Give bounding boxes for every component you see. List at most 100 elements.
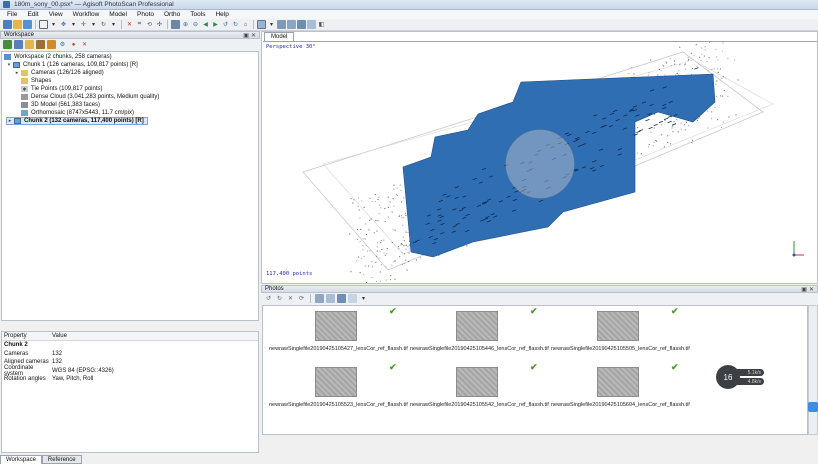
tree-item-orthomosaic[interactable]: Orthomosaic (8747x5443, 11.7 cm/pix) [21, 109, 134, 117]
view-details-icon[interactable] [348, 294, 357, 303]
stop-icon[interactable]: ● [69, 40, 78, 49]
pan-icon[interactable]: ✣ [155, 20, 164, 29]
float-icon[interactable]: ▣ [243, 32, 249, 39]
property-column-header[interactable]: Property [2, 333, 52, 339]
zoom-out-icon[interactable]: ⊖ [191, 20, 200, 29]
photo-item[interactable]: ✔ newrawSinglefile20190425105542_lensCor… [404, 362, 549, 417]
photos-scrollbar[interactable] [808, 305, 818, 435]
photo-item[interactable]: ✔ newrawSinglefile20190425105523_lensCor… [263, 362, 408, 417]
menu-workflow[interactable]: Workflow [68, 11, 105, 18]
value-column-header[interactable]: Value [52, 333, 67, 339]
dropdown-arrow-icon[interactable]: ▾ [109, 20, 118, 29]
network-speed-widget[interactable]: 5.1k/s 4.8k/s 16 [716, 365, 766, 389]
reset-icon[interactable]: ⟳ [297, 294, 306, 303]
photo-thumbnail[interactable] [315, 311, 357, 341]
rotate-left-icon[interactable]: ↺ [221, 20, 230, 29]
photo-item[interactable]: ✔ newrawSinglefile20190425105427_lensCor… [263, 306, 408, 361]
float-icon[interactable]: ▣ [801, 286, 807, 293]
add-folder-icon[interactable] [25, 40, 34, 49]
remove-icon[interactable]: ✕ [80, 40, 89, 49]
dropdown-arrow-icon[interactable]: ▾ [267, 20, 276, 29]
photo-thumbnail[interactable] [597, 367, 639, 397]
model-viewport[interactable]: Perspective 30° 117,400 points [263, 41, 817, 283]
expand-arrow-icon[interactable]: ▸ [14, 70, 20, 76]
point-cloud-view-icon[interactable] [257, 20, 266, 29]
workspace-panel-title: Workspace [4, 32, 34, 38]
dropdown-arrow-icon[interactable]: ▾ [359, 294, 368, 303]
menu-file[interactable]: File [2, 11, 22, 18]
save-icon[interactable] [23, 20, 32, 29]
dropdown-arrow-icon[interactable]: ▾ [89, 20, 98, 29]
photo-thumbnail[interactable] [456, 311, 498, 341]
settings-icon[interactable]: ⚙ [58, 40, 67, 49]
photo-item[interactable]: ✔ newrawSinglefile20190425105446_lensCor… [404, 306, 549, 361]
menu-photo[interactable]: Photo [132, 11, 159, 18]
remove-icon[interactable]: ✕ [286, 294, 295, 303]
arrow-right-icon[interactable]: ▶ [211, 20, 220, 29]
close-icon[interactable]: ✕ [251, 32, 256, 39]
property-row[interactable]: Rotation angles Yaw, Pitch, Roll [2, 375, 258, 384]
new-icon[interactable] [3, 20, 12, 29]
view-large-icon[interactable] [315, 294, 324, 303]
tree-item-cameras[interactable]: ▸ Cameras (126/126 aligned) [14, 69, 104, 77]
property-row[interactable]: Coordinate system WGS 84 (EPSG::4326) [2, 365, 258, 377]
tab-model[interactable]: Model [264, 32, 295, 41]
textured-view-icon[interactable] [297, 20, 306, 29]
rotate-right-icon[interactable]: ↻ [231, 20, 240, 29]
tree-item-chunk-1[interactable]: ▾ Chunk 1 (126 cameras, 109,817 points) … [6, 61, 138, 69]
dense-cloud-view-icon[interactable] [277, 20, 286, 29]
add-marker-icon[interactable] [36, 40, 45, 49]
view-small-icon[interactable] [337, 294, 346, 303]
navigation-sphere[interactable] [505, 129, 575, 199]
open-icon[interactable] [13, 20, 22, 29]
crop-icon[interactable]: ⌗ [135, 20, 144, 29]
menu-view[interactable]: View [44, 11, 68, 18]
tree-item-tie-points[interactable]: Tie Points (109,817 points) [21, 85, 102, 93]
tab-workspace[interactable]: Workspace [0, 455, 42, 464]
merge-icon[interactable] [47, 40, 56, 49]
add-chunk-icon[interactable] [3, 40, 12, 49]
photo-item[interactable]: ✔ newrawSinglefile20190425105604_lensCor… [545, 362, 690, 417]
rotate-icon[interactable]: ↻ [99, 20, 108, 29]
grid-view-icon[interactable] [171, 20, 180, 29]
menu-help[interactable]: Help [210, 11, 233, 18]
scene-canvas[interactable] [263, 42, 817, 283]
rotate-object-icon[interactable]: ⟲ [145, 20, 154, 29]
ortho-view-icon[interactable] [307, 20, 316, 29]
tree-item-workspace[interactable]: Workspace (2 chunks, 258 cameras) [4, 53, 112, 61]
photo-filename: newrawSinglefile20190425105505_lensCor_r… [551, 346, 690, 352]
photo-thumbnail[interactable] [315, 367, 357, 397]
photo-thumbnail[interactable] [597, 311, 639, 341]
collapse-arrow-icon[interactable]: ▾ [6, 62, 12, 68]
tree-item-chunk-2[interactable]: ▸ Chunk 2 (132 cameras, 117,400 points) … [6, 117, 148, 125]
zoom-in-icon[interactable]: ⊕ [181, 20, 190, 29]
rotate-right-icon[interactable]: ↻ [275, 294, 284, 303]
reset-view-icon[interactable]: ⌂ [241, 20, 250, 29]
cameras-toggle-icon[interactable]: ◧ [317, 20, 326, 29]
add-photos-icon[interactable] [14, 40, 23, 49]
close-icon[interactable]: ✕ [809, 286, 814, 293]
expand-arrow-icon[interactable]: ▸ [7, 118, 13, 124]
tab-reference[interactable]: Reference [41, 455, 82, 464]
menu-ortho[interactable]: Ortho [159, 11, 185, 18]
property-row[interactable]: Cameras 132 [2, 350, 258, 359]
delete-selection-icon[interactable]: ✕ [125, 20, 134, 29]
menu-edit[interactable]: Edit [22, 11, 43, 18]
view-medium-icon[interactable] [326, 294, 335, 303]
menu-tools[interactable]: Tools [185, 11, 210, 18]
tree-item-3d-model[interactable]: 3D Model (561,383 faces) [21, 101, 100, 109]
photo-thumbnail[interactable] [456, 367, 498, 397]
tree-item-shapes[interactable]: Shapes [21, 77, 51, 85]
menu-model[interactable]: Model [104, 11, 132, 18]
rect-select-icon[interactable] [39, 20, 48, 29]
arrow-left-icon[interactable]: ◀ [201, 20, 210, 29]
side-sync-icon[interactable] [808, 402, 818, 412]
dropdown-arrow-icon[interactable]: ▾ [49, 20, 58, 29]
rotate-left-icon[interactable]: ↺ [264, 294, 273, 303]
navigate-icon[interactable]: ✥ [59, 20, 68, 29]
photo-item[interactable]: ✔ newrawSinglefile20190425105505_lensCor… [545, 306, 690, 361]
model-view-icon[interactable] [287, 20, 296, 29]
move-icon[interactable]: ✛ [79, 20, 88, 29]
tree-item-dense-cloud[interactable]: Dense Cloud (3,041,283 points, Medium qu… [21, 93, 159, 101]
dropdown-arrow-icon[interactable]: ▾ [69, 20, 78, 29]
